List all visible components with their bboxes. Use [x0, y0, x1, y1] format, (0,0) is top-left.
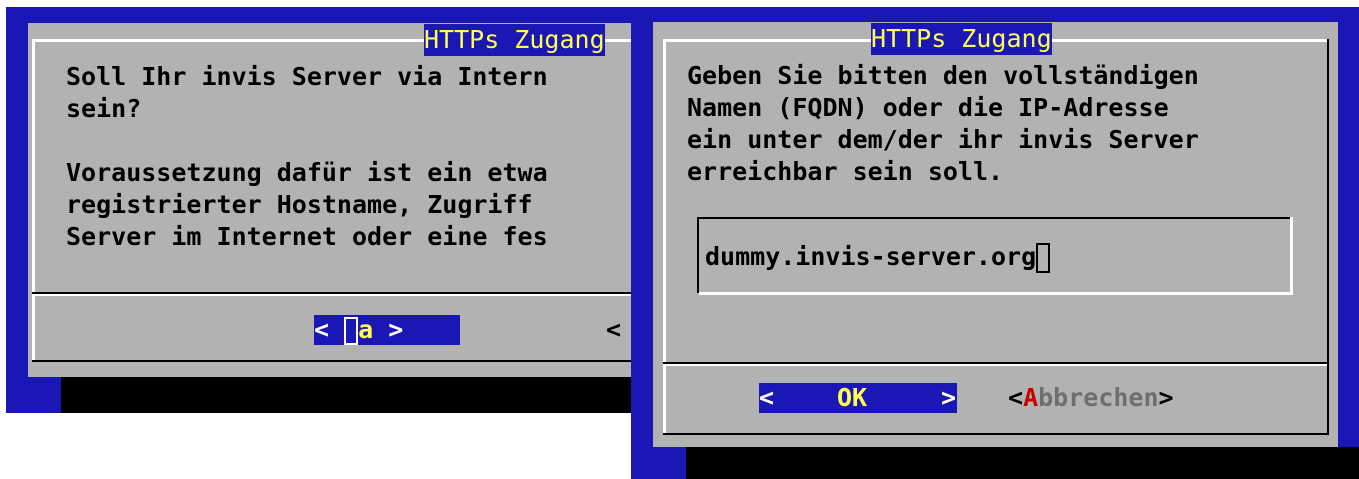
hostname-input-value: dummy.invis-server.org: [705, 242, 1037, 271]
button-separator-light: [32, 294, 631, 296]
text-cursor: [344, 317, 359, 345]
dialog-title: HTTPs Zugang: [871, 23, 1052, 55]
cancel-button-right-bracket: >: [1158, 383, 1174, 412]
ok-button-right-bracket: >: [941, 383, 957, 412]
dialog-box: HTTPs Zugang Soll Ihr invis Server via I…: [28, 23, 631, 377]
input-frame-right: [1290, 217, 1293, 295]
frame-left: [32, 39, 35, 361]
message-line: ein unter dem/der ihr invis Server: [687, 125, 1199, 154]
message-line: erreichbar sein soll.: [687, 157, 1004, 186]
cancel-button-label: bbrechen: [1038, 383, 1159, 412]
input-frame-left: [697, 217, 699, 293]
frame-right: [1327, 39, 1329, 435]
input-frame-bottom: [699, 292, 1293, 295]
ok-button-left-bracket: <: [759, 383, 775, 412]
input-frame-top: [697, 217, 1291, 219]
message-line: Soll Ihr invis Server via Intern: [66, 62, 548, 91]
message-line: Namen (FQDN) oder die IP-Adresse: [687, 93, 1169, 122]
screen-backdrop-corner: [6, 377, 61, 413]
cancel-button-left-bracket: <: [1008, 383, 1024, 412]
frame-bottom: [663, 433, 1329, 435]
cancel-button-hotkey: A: [1023, 383, 1039, 412]
frame-left: [663, 39, 666, 435]
text-cursor: [1036, 243, 1051, 273]
message-line: Geben Sie bitten den vollständigen: [687, 61, 1199, 90]
yes-button-left-bracket: <: [314, 315, 345, 344]
hostname-input[interactable]: dummy.invis-server.org: [705, 240, 1051, 274]
dialog-window-left: HTTPs Zugang Soll Ihr invis Server via I…: [6, 7, 631, 413]
yes-button[interactable]: < Ja >: [314, 315, 460, 345]
no-button[interactable]: <: [606, 315, 621, 345]
ok-button-label: OK: [837, 383, 868, 412]
ok-button[interactable]: < OK >: [759, 383, 957, 413]
dialog-window-right: HTTPs Zugang Geben Sie bitten den vollst…: [631, 7, 1359, 479]
dialog-box: HTTPs Zugang Geben Sie bitten den vollst…: [653, 22, 1338, 447]
yes-button-label: a: [358, 315, 374, 344]
message-line: sein?: [66, 94, 142, 123]
frame-bottom: [32, 360, 631, 362]
message-line: Server im Internet oder eine fes: [66, 222, 548, 251]
message-line: Voraussetzung dafür ist ein etwa: [66, 158, 548, 187]
dialog-title: HTTPs Zugang: [424, 24, 605, 56]
message-line: registrierter Hostname, Zugriff: [66, 190, 548, 219]
yes-button-right-bracket: >: [373, 315, 404, 344]
cancel-button[interactable]: <Abbrechen>: [1008, 383, 1174, 413]
button-separator-light: [663, 364, 1327, 366]
dialog-shadow: [686, 447, 1359, 479]
